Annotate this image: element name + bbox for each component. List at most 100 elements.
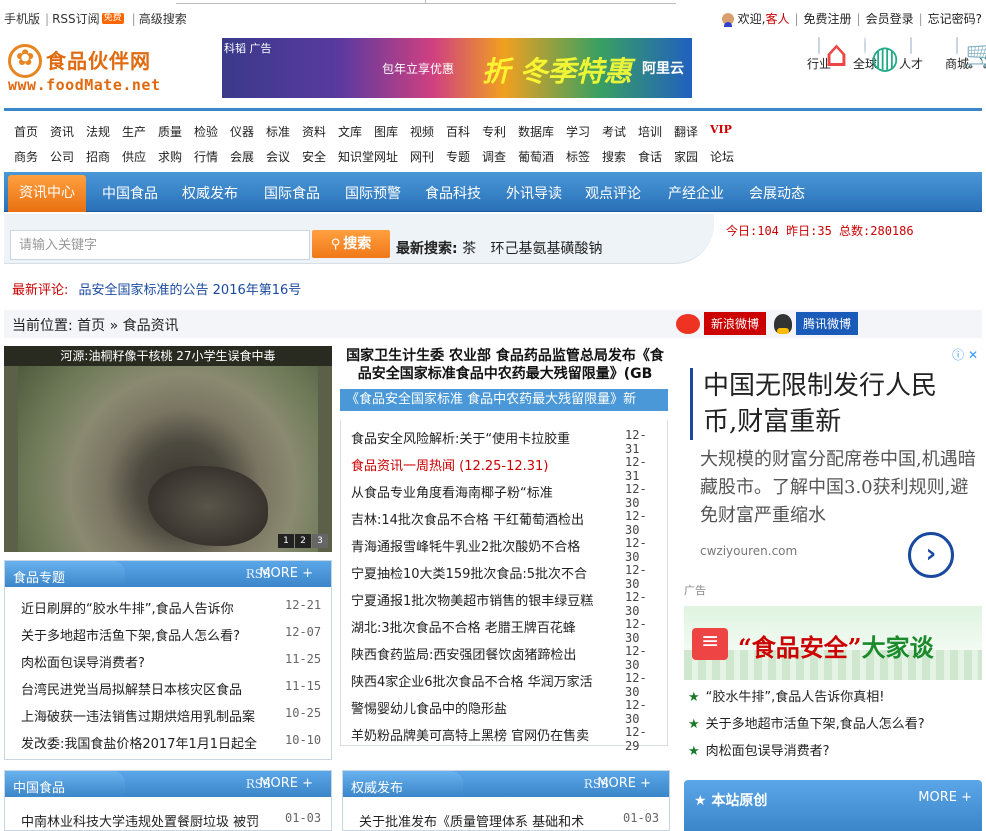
nav-link[interactable]: 学习 [566,123,602,140]
channel-tab[interactable]: 外讯导读 [506,183,562,203]
register-link[interactable]: 免费注册 [804,10,852,27]
channel-tab[interactable]: 产经企业 [668,183,724,203]
star-list-item[interactable]: ★ 肉松面包误导消费者? [688,740,830,759]
nav-link[interactable]: 专利 [482,123,518,140]
quick-industry[interactable]: 行业 [796,37,842,100]
social-links: 新浪微博 腾讯微博 [676,312,859,335]
news-date: 12-30 [625,482,647,510]
cart-icon [956,37,958,54]
news-date: 12-30 [625,536,647,564]
more-link[interactable]: MORE + [259,776,313,791]
nav-link[interactable]: 搜索 [602,148,638,165]
nav-link[interactable]: 安全 [302,148,338,165]
mobile-link[interactable]: 手机版 [4,10,40,27]
nav-link[interactable]: 翻译 [674,123,710,140]
nav-link[interactable]: VIP [710,123,758,140]
login-link[interactable]: 会员登录 [866,10,914,27]
nav-link[interactable]: 食话 [638,148,674,165]
nav-link[interactable]: 公司 [50,148,86,165]
nav-link[interactable]: 首页 [14,123,50,140]
nav-link[interactable]: 百科 [446,123,482,140]
nav-link[interactable]: 考试 [602,123,638,140]
channel-tab[interactable]: 国际食品 [264,183,320,203]
nav-link[interactable]: 数据库 [518,123,566,140]
chevron-right-icon[interactable]: › [908,532,954,578]
latest-comment-label: 最新评论: [12,283,69,298]
channel-tab[interactable]: 国际预警 [345,183,401,203]
channel-tab[interactable]: 食品科技 [425,183,481,203]
list-item-title: 关于多地超市活鱼下架,食品人怎么看? [21,625,281,644]
latest-comment: 最新评论: 品安全国家标准的公告 2016年第16号 [12,279,301,298]
nav-link[interactable]: 行情 [194,148,230,165]
right-ad[interactable]: ⓘ ✕ 中国无限制发行人民币,财富重新 大规模的财富分配席卷中国,机遇暗藏股市。… [684,346,982,586]
nav-link[interactable]: 标签 [566,148,602,165]
nav-link[interactable]: 招商 [86,148,122,165]
nav-link[interactable]: 标准 [266,123,302,140]
channel-tab-active[interactable]: 资讯中心 [8,175,86,212]
top-ad-banner[interactable]: 科韬 广告 包年立享优惠 折 冬季特惠 阿里云 [222,38,692,98]
channel-tab[interactable]: 权威发布 [182,183,238,203]
nav-link[interactable]: 葡萄酒 [518,148,566,165]
headline-subtitle[interactable]: 《食品安全国家标准 食品中农药最大残留限量》新 [340,389,668,411]
nav-link[interactable]: 网址 [374,148,410,165]
tencent-weibo-button[interactable]: 腾讯微博 [796,312,859,335]
star-list-item[interactable]: ★ 关于多地超市活鱼下架,食品人怎么看? [688,713,925,732]
advanced-search-link[interactable]: 高级搜索 [139,10,187,27]
nav-link[interactable]: 质量 [158,123,194,140]
nav-link[interactable]: 会议 [266,148,302,165]
nav-link[interactable]: 资讯 [50,123,86,140]
nav-link[interactable]: 论坛 [710,148,758,165]
quick-global[interactable]: 全球 [842,37,888,100]
search-row: 请输入关键字 ⚲ 搜索 最新搜索: 茶 环己基氨基磺酸钠 今日:104 昨日:35… [4,214,982,264]
channel-tab[interactable]: 会展动态 [749,183,805,203]
nav-link[interactable]: 知识堂 [338,148,374,165]
nav-link[interactable]: 调查 [482,148,518,165]
ad-close-icon[interactable]: ⓘ ✕ [952,346,978,363]
slide-dot[interactable]: 1 [278,534,294,548]
nav-link[interactable]: 求购 [158,148,194,165]
more-link[interactable]: MORE + [259,566,313,581]
nav-link[interactable]: 仪器 [230,123,266,140]
nav-link[interactable]: 资料 [302,123,338,140]
latest-comment-link[interactable]: 品安全国家标准的公告 2016年第16号 [79,283,302,298]
slide-dot[interactable]: 2 [295,534,311,548]
search-button[interactable]: ⚲ 搜索 [312,230,390,258]
slide-dot[interactable]: 3 [312,534,328,548]
site-logo[interactable]: 食品伙伴网 www.foodMate.net [6,40,166,100]
nav-link[interactable]: 商务 [14,148,50,165]
list-item-title: 上海破获一违法销售过期烘焙用乳制品案 [21,706,281,725]
nav-link[interactable]: 网刊 [410,148,446,165]
slideshow[interactable]: 河源:油桐籽像干核桃 27小学生误食中毒 1 2 3 [4,346,332,552]
hot-term[interactable]: 环己基氨基磺酸钠 [491,241,603,257]
more-link[interactable]: MORE + [918,790,972,805]
nav-link[interactable]: 生产 [122,123,158,140]
channel-tab[interactable]: 中国食品 [102,183,158,203]
more-link[interactable]: MORE + [597,776,651,791]
news-date: 12-30 [625,671,647,699]
news-date: 12-30 [625,644,647,672]
nav-link[interactable]: 视频 [410,123,446,140]
nav-link[interactable]: 检验 [194,123,230,140]
rss-link[interactable]: RSS订阅 [52,10,100,27]
globe-icon [864,37,866,54]
nav-link[interactable]: 文库 [338,123,374,140]
nav-link[interactable]: 家园 [674,148,710,165]
food-safety-banner[interactable]: “食品安全”大家谈 [684,606,982,680]
nav-link[interactable]: 专题 [446,148,482,165]
hot-term[interactable]: 茶 [462,241,476,257]
nav-link[interactable]: 供应 [122,148,158,165]
nav-link[interactable]: 培训 [638,123,674,140]
forgot-password-link[interactable]: 忘记密码? [928,10,982,27]
star-list-item[interactable]: ★ “胶水牛排”,食品人告诉你真相! [688,686,884,705]
search-button-label: 搜索 [343,236,372,252]
nav-link[interactable]: 法规 [86,123,122,140]
nav-link[interactable]: 图库 [374,123,410,140]
star-item-text: 肉松面包误导消费者? [705,744,830,759]
headline-title[interactable]: 国家卫生计生委 农业部 食品药品监管总局发布《食品安全国家标准食品中农药最大残留… [340,347,670,383]
list-item-date: 12-07 [285,625,322,639]
channel-tab[interactable]: 观点评论 [585,183,641,203]
search-input[interactable]: 请输入关键字 [10,230,310,260]
weibo-button[interactable]: 新浪微博 [704,312,767,335]
list-item-date: 01-03 [285,811,322,825]
nav-link[interactable]: 会展 [230,148,266,165]
